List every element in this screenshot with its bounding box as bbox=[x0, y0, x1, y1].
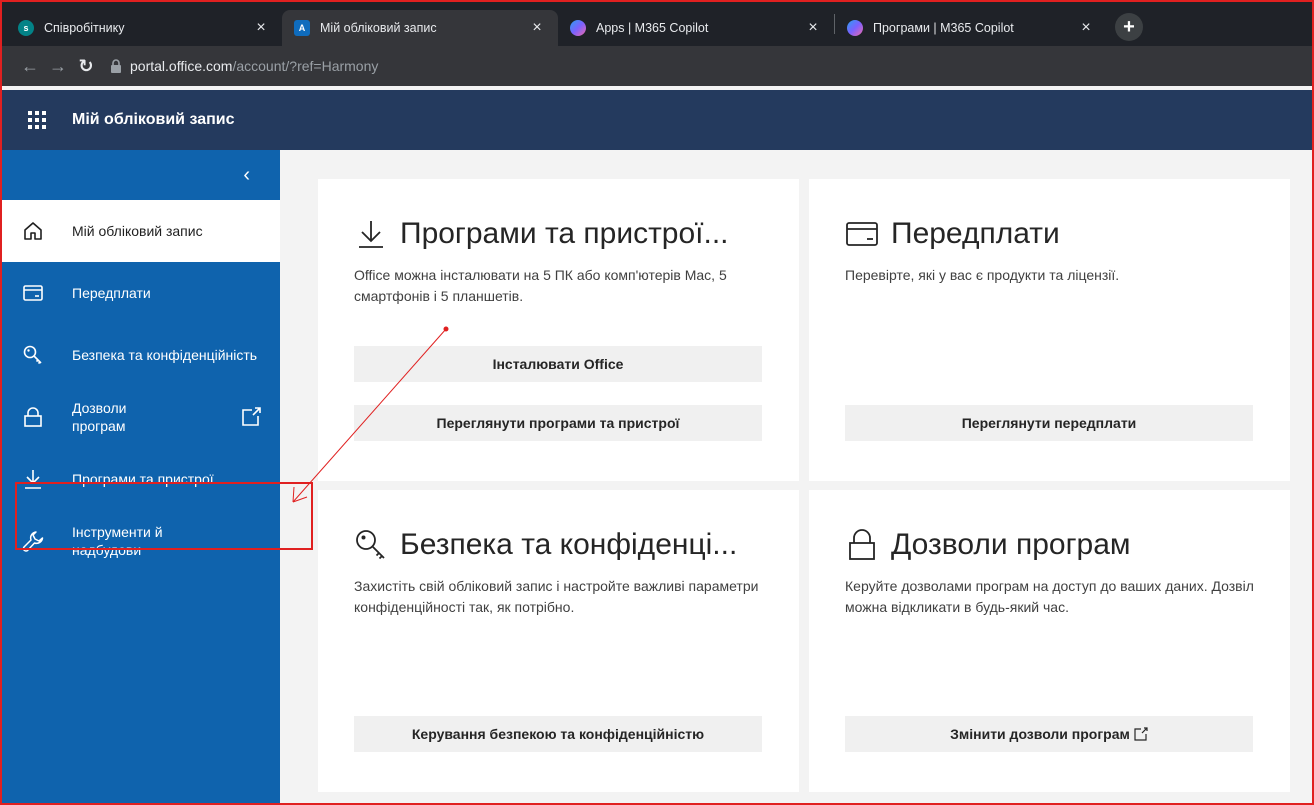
card-description: Перевірте, які у вас є продукти та ліцен… bbox=[845, 267, 1120, 283]
card-title-text: Дозволи програм bbox=[891, 528, 1131, 561]
new-tab-button[interactable]: + bbox=[1115, 13, 1143, 41]
sharepoint-favicon-icon: s bbox=[18, 20, 34, 36]
app-title: Мій обліковий запис bbox=[72, 111, 235, 128]
tab-title: Співробітнику bbox=[44, 21, 125, 35]
sidebar-item-label: Дозволи програм bbox=[72, 400, 127, 434]
close-tab-icon[interactable]: × bbox=[804, 19, 822, 37]
card-description: Office можна інсталювати на 5 ПК або ком… bbox=[354, 267, 727, 304]
install-office-button[interactable]: Інсталювати Office bbox=[354, 346, 762, 382]
url-host: portal.office.com bbox=[130, 58, 233, 74]
browser-tab-3[interactable]: Apps | M365 Copilot × bbox=[558, 10, 834, 46]
address-bar[interactable]: portal.office.com/account/?ref=Harmony bbox=[110, 51, 1312, 81]
sidebar-item-my-account[interactable]: Мій обліковий запис bbox=[2, 200, 280, 262]
forward-arrow-icon[interactable]: → bbox=[44, 56, 72, 77]
view-apps-devices-button[interactable]: Переглянути програми та пристрої bbox=[354, 405, 762, 441]
card-subscriptions: Передплати Перевірте, які у вас є продук… bbox=[809, 179, 1290, 481]
card-title: Передплати bbox=[845, 217, 1060, 251]
tab-title: Програми | M365 Copilot bbox=[873, 21, 1014, 35]
button-label: Змінити дозволи програм bbox=[950, 726, 1130, 742]
change-app-permissions-button[interactable]: Змінити дозволи програм bbox=[845, 716, 1253, 752]
tab-title: Apps | M365 Copilot bbox=[596, 21, 709, 35]
card-title: Безпека та конфіденці... bbox=[354, 528, 737, 562]
lock-icon bbox=[849, 529, 875, 560]
home-icon bbox=[24, 222, 42, 240]
app-header: Мій обліковий запис bbox=[2, 90, 1312, 150]
card-title-text: Безпека та конфіденці... bbox=[400, 528, 738, 561]
sidebar-item-label: Безпека та конфіденційність bbox=[72, 347, 258, 363]
sidebar-item-apps-devices[interactable]: Програми та пристрої bbox=[2, 448, 280, 510]
sidebar-item-app-permissions[interactable]: Дозволи програм bbox=[2, 386, 280, 448]
browser-tab-2[interactable]: A Мій обліковий запис × bbox=[282, 10, 558, 46]
card-title-text: Передплати bbox=[891, 217, 1060, 250]
back-arrow-icon[interactable]: ← bbox=[16, 56, 44, 77]
external-link-icon bbox=[1134, 727, 1148, 741]
card-icon bbox=[846, 222, 878, 246]
reload-icon[interactable]: ↻ bbox=[72, 56, 100, 77]
sidebar-item-label: Передплати bbox=[72, 285, 151, 301]
tab-title: Мій обліковий запис bbox=[320, 21, 437, 35]
key-icon bbox=[356, 530, 385, 560]
card-description: Керуйте дозволами програм на доступ до в… bbox=[845, 578, 1254, 615]
browser-tab-strip: s Співробітнику × A Мій обліковий запис … bbox=[2, 2, 1312, 46]
lock-icon bbox=[111, 59, 121, 73]
browser-toolbar: ← → ↻ portal.office.com/account/?ref=Har… bbox=[2, 46, 1312, 86]
sidebar-item-subscriptions[interactable]: Передплати bbox=[2, 262, 280, 324]
sidebar-item-label: Мій обліковий запис bbox=[72, 223, 203, 239]
sidebar-item-security[interactable]: Безпека та конфіденційність bbox=[2, 324, 280, 386]
app-launcher-icon[interactable] bbox=[2, 111, 72, 129]
card-title-text: Програми та пристрої... bbox=[400, 217, 729, 250]
sidebar-item-label: Програми та пристрої bbox=[72, 471, 214, 487]
close-tab-icon[interactable]: × bbox=[1077, 19, 1095, 37]
download-icon bbox=[25, 470, 41, 489]
card-title: Дозволи програм bbox=[845, 528, 1131, 562]
card-apps-devices: Програми та пристрої... Office можна інс… bbox=[318, 179, 799, 481]
collapse-sidebar-icon[interactable]: ‹ bbox=[2, 150, 280, 200]
card-icon bbox=[23, 285, 43, 301]
sidebar: ‹ Мій обліковий запис Передплати Безпека… bbox=[2, 150, 280, 803]
sidebar-item-tools-addins[interactable]: Інструменти й надбудови bbox=[2, 510, 280, 572]
view-subscriptions-button[interactable]: Переглянути передплати bbox=[845, 405, 1253, 441]
wrench-icon bbox=[22, 531, 44, 552]
screenshot-frame: s Співробітнику × A Мій обліковий запис … bbox=[0, 0, 1314, 805]
external-link-icon bbox=[242, 407, 261, 426]
copilot-favicon-icon bbox=[570, 20, 586, 36]
copilot-favicon-icon bbox=[847, 20, 863, 36]
browser-tab-1[interactable]: s Співробітнику × bbox=[6, 10, 282, 46]
sidebar-item-label: Інструменти й надбудови bbox=[72, 524, 163, 558]
card-security: Безпека та конфіденці... Захистіть свій … bbox=[318, 490, 799, 792]
url-path: /account/?ref=Harmony bbox=[232, 58, 379, 74]
close-tab-icon[interactable]: × bbox=[252, 19, 270, 37]
manage-security-button[interactable]: Керування безпекою та конфіденційністю bbox=[354, 716, 762, 752]
download-icon bbox=[359, 221, 383, 248]
lock-icon bbox=[24, 407, 42, 427]
close-tab-icon[interactable]: × bbox=[528, 19, 546, 37]
card-title: Програми та пристрої... bbox=[354, 217, 729, 251]
account-favicon-icon: A bbox=[294, 20, 310, 36]
card-app-permissions: Дозволи програм Керуйте дозволами програ… bbox=[809, 490, 1290, 792]
browser-tab-4[interactable]: Програми | M365 Copilot × bbox=[835, 10, 1107, 46]
key-icon bbox=[23, 345, 42, 365]
card-description: Захистіть свій обліковий запис і настрой… bbox=[354, 578, 759, 615]
waffle-grid bbox=[28, 111, 46, 129]
